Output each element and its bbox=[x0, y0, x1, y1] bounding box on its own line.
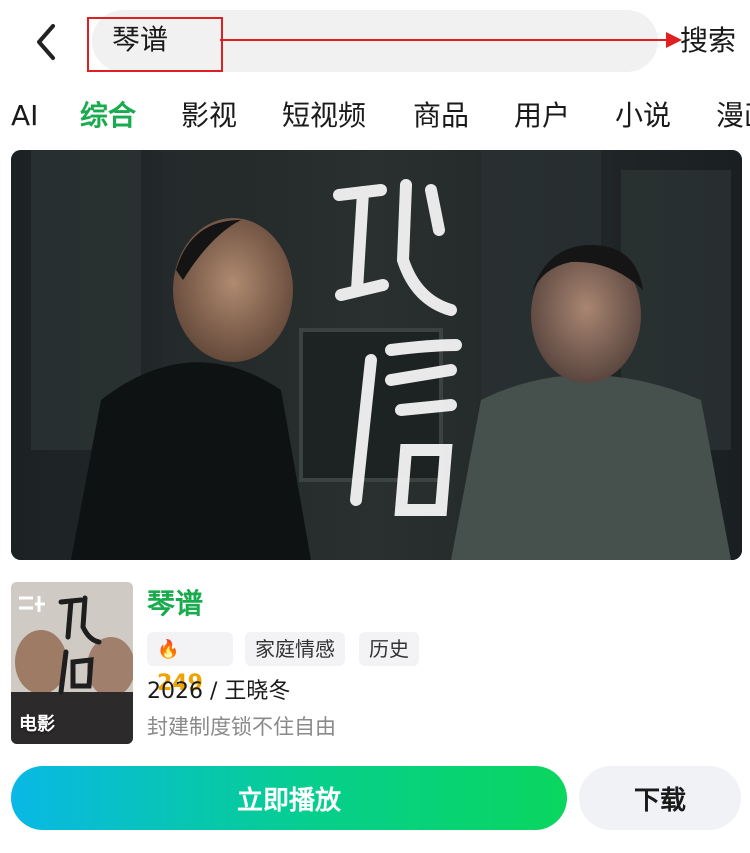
tab-comics[interactable]: 漫画 bbox=[716, 92, 750, 140]
tab-ai[interactable]: AI bbox=[11, 92, 38, 140]
category-tabs: AI 综合 影视 短视频 商品 用户 小说 漫画 bbox=[0, 92, 750, 140]
back-button[interactable] bbox=[20, 18, 72, 66]
tab-comprehensive[interactable]: 综合 bbox=[80, 92, 136, 140]
poster-illustration bbox=[11, 150, 742, 560]
tab-users[interactable]: 用户 bbox=[514, 92, 570, 140]
search-button[interactable]: 搜索 bbox=[680, 22, 736, 60]
result-description: 封建制度锁不住自由 bbox=[147, 715, 336, 739]
tab-novels[interactable]: 小说 bbox=[615, 92, 671, 140]
hero-poster[interactable] bbox=[11, 150, 742, 560]
tag-chip[interactable]: 家庭情感 bbox=[245, 632, 345, 666]
media-type-badge: 电影 bbox=[19, 714, 55, 735]
tag-chip[interactable]: 历史 bbox=[359, 632, 419, 666]
chevron-left-icon bbox=[37, 24, 55, 60]
annotation-highlight-box bbox=[87, 17, 223, 72]
result-thumbnail[interactable]: 电影 bbox=[11, 582, 133, 744]
result-meta: 2026 / 王晓冬 bbox=[147, 679, 291, 704]
tab-film-tv[interactable]: 影视 bbox=[181, 92, 237, 140]
download-button[interactable]: 下载 bbox=[579, 766, 741, 830]
flame-icon: 🔥 bbox=[157, 639, 180, 660]
play-now-button[interactable]: 立即播放 bbox=[11, 766, 567, 830]
tab-short-video[interactable]: 短视频 bbox=[282, 92, 366, 140]
result-title[interactable]: 琴谱 bbox=[147, 586, 203, 622]
heat-badge: 🔥249 bbox=[147, 632, 233, 696]
annotation-arrow-icon bbox=[220, 32, 682, 48]
tab-products[interactable]: 商品 bbox=[413, 92, 469, 140]
